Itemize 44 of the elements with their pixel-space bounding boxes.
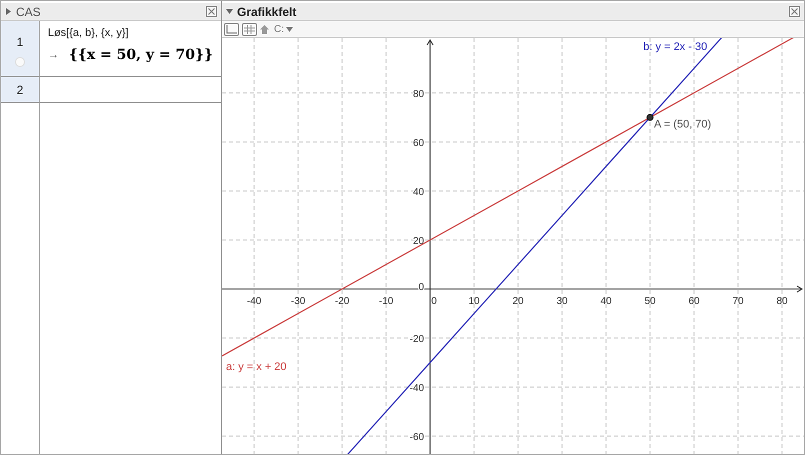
radio-circle-icon[interactable] [14, 57, 25, 67]
close-icon[interactable] [206, 6, 217, 17]
result-arrow: → [48, 49, 59, 61]
tick-label: 80 [776, 296, 788, 308]
collapse-triangle-icon[interactable] [226, 8, 233, 15]
point-marker[interactable] [646, 114, 654, 121]
row-number: 2 [16, 83, 24, 97]
tick-label: 30 [556, 296, 568, 308]
tick-label: -40 [410, 383, 424, 394]
panel-title: CAS [16, 4, 42, 18]
tick-label: 20 [512, 296, 524, 308]
tick-label: 60 [412, 138, 424, 149]
tick-label: 10 [468, 296, 480, 308]
panel-title: Grafikkfelt [237, 4, 298, 18]
tick-label: -30 [290, 296, 306, 308]
caret-icon [286, 26, 293, 32]
expand-triangle-icon[interactable] [5, 8, 12, 15]
point-label: A = (50, 70) [654, 118, 712, 130]
line-label: b: y = 2x - 30 [643, 41, 708, 53]
style-dropdown[interactable]: C: [272, 24, 295, 34]
tick-label: -60 [410, 432, 424, 444]
grid-toggle-button[interactable] [242, 22, 257, 36]
row-number-cell[interactable]: 2 [1, 77, 40, 102]
tick-label: -20 [334, 296, 350, 308]
close-icon[interactable] [789, 6, 800, 17]
tick-label: 70 [732, 296, 744, 308]
tick-label: -40 [246, 296, 262, 308]
axes-toggle-button[interactable] [224, 22, 239, 36]
row-number: 1 [16, 35, 24, 49]
tick-label: 60 [688, 296, 700, 308]
line-label: a: y = x + 20 [226, 360, 287, 373]
axes-icon [226, 24, 237, 34]
tick-label: 80 [412, 88, 424, 100]
row-number-cell[interactable]: 1 [1, 21, 40, 76]
tick-label: 40 [412, 186, 424, 198]
tick-label: 50 [644, 296, 656, 308]
tick-label: -10 [378, 296, 394, 308]
tick-label: 40 [600, 296, 612, 308]
tick-label: -20 [410, 334, 424, 346]
tick-label: 0 [431, 296, 437, 308]
command-text: Løs[{a, b}, {x, y}] [48, 27, 130, 39]
grid-icon [244, 24, 255, 34]
result-text: {{x = 50, y = 70}} [68, 47, 213, 63]
tick-label: 20 [412, 236, 424, 247]
